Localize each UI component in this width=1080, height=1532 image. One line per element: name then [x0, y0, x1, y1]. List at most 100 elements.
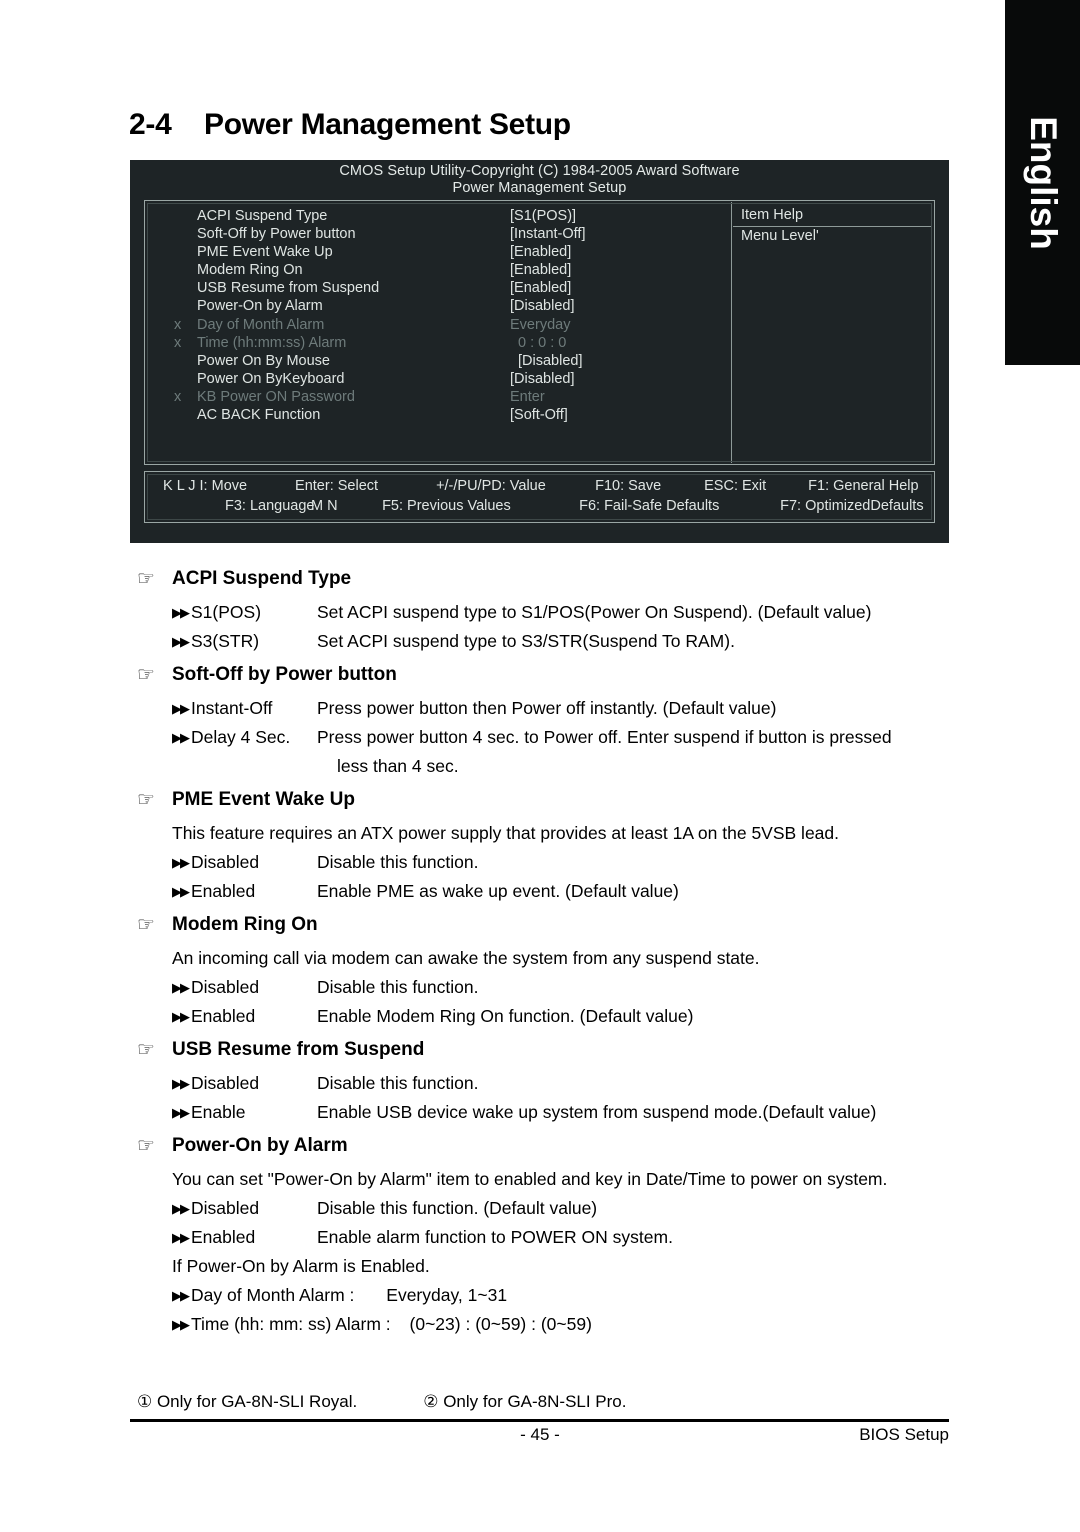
option-name: Delay 4 Sec.: [191, 727, 291, 747]
row-value[interactable]: [Soft-Off]: [510, 406, 568, 424]
option-name: Enabled: [191, 1006, 256, 1026]
option-name: Enabled: [191, 1227, 256, 1247]
option-item: ▶▶ Enabled Enable Modem Ring On function…: [0, 1002, 1080, 1031]
item-help-panel: Item Help Menu Level': [732, 202, 933, 463]
table-row: x Day of Month Alarm Everyday: [155, 316, 730, 334]
key-f3-language[interactable]: F3: Language: [163, 498, 315, 514]
row-label: KB Power ON Password: [197, 388, 355, 405]
table-row: x Time (hh:mm:ss) Alarm 0 : 0 : 0: [155, 334, 730, 352]
section-heading-label: ACPI Suspend Type: [172, 568, 352, 589]
option-description: Set ACPI suspend type to S1/POS(Power On…: [317, 602, 872, 622]
table-row[interactable]: PME Event Wake Up [Enabled]: [155, 243, 730, 261]
option-item: ▶▶ Disabled Disable this function. (Defa…: [0, 1194, 1080, 1223]
section-pme-event-wake-up: ☞ PME Event Wake Up This feature require…: [0, 781, 1080, 906]
section-usb-resume-from-suspend: ☞ USB Resume from Suspend ▶▶ Disabled Di…: [0, 1031, 1080, 1127]
key-value[interactable]: +/-/PU/PD: Value: [436, 478, 591, 494]
row-label: Power-On by Alarm: [197, 298, 323, 315]
table-row[interactable]: ACPI Suspend Type [S1(POS)]: [155, 207, 730, 225]
double-arrow-icon: ▶▶: [172, 1201, 190, 1216]
section-heading: ☞ Modem Ring On: [0, 906, 1080, 944]
row-value[interactable]: [Instant-Off]: [510, 225, 586, 243]
option-name: Disabled: [191, 977, 260, 997]
row-x-marker: x: [174, 334, 182, 351]
option-item: ▶▶ Instant-Off Press power button then P…: [0, 694, 1080, 723]
footer-chapter-label: BIOS Setup: [859, 1425, 949, 1444]
manual-body: ☞ ACPI Suspend Type ▶▶ S1(POS) Set ACPI …: [0, 560, 1080, 1339]
table-row[interactable]: Soft-Off by Power button [Instant-Off]: [155, 225, 730, 243]
option-name: Enabled: [191, 881, 256, 901]
option-item: ▶▶ Disabled Disable this function.: [0, 848, 1080, 877]
option-item: ▶▶ Disabled Disable this function.: [0, 1069, 1080, 1098]
double-arrow-icon: ▶▶: [172, 1230, 190, 1245]
row-label: Modem Ring On: [197, 262, 303, 279]
section-note: You can set "Power-On by Alarm" item to …: [172, 1169, 888, 1189]
section-note: An incoming call via modem can awake the…: [172, 948, 760, 968]
table-row[interactable]: Modem Ring On [Enabled]: [155, 261, 730, 279]
key-f6-failsafe-defaults[interactable]: F6: Fail-Safe Defaults: [579, 498, 776, 514]
double-arrow-icon: ▶▶: [172, 1288, 190, 1303]
language-tab-label: English: [1022, 115, 1064, 250]
option-name: S3(STR): [191, 631, 260, 651]
item-help-title: Item Help: [741, 207, 804, 223]
table-row[interactable]: USB Resume from Suspend [Enabled]: [155, 279, 730, 297]
bios-function-key-bar: K L J I: Move Enter: Select +/-/PU/PD: V…: [144, 471, 935, 523]
row-value[interactable]: [Disabled]: [518, 352, 582, 370]
hand-icon: ☞: [137, 914, 155, 936]
option-name: Disabled: [191, 852, 260, 872]
footer-divider: [130, 1419, 949, 1422]
function-keys-row-1: K L J I: Move Enter: Select +/-/PU/PD: V…: [163, 478, 934, 494]
option-name: Disabled: [191, 1073, 260, 1093]
key-move[interactable]: K L J I: Move: [163, 478, 291, 494]
row-value[interactable]: [Disabled]: [510, 297, 574, 315]
section-heading-label: USB Resume from Suspend: [172, 1039, 425, 1060]
hand-icon: ☞: [137, 664, 155, 686]
row-value[interactable]: [Enabled]: [510, 261, 571, 279]
section-heading: ☞ PME Event Wake Up: [0, 781, 1080, 819]
key-f7-optimized-defaults[interactable]: F7: OptimizedDefaults: [780, 498, 923, 514]
section-number: 2-4: [129, 108, 172, 141]
table-row[interactable]: AC BACK Function [Soft-Off]: [155, 406, 730, 424]
option-description: (0~23) : (0~59) : (0~59): [409, 1314, 592, 1334]
bios-header-copyright: CMOS Setup Utility-Copyright (C) 1984-20…: [339, 163, 740, 179]
double-arrow-icon: ▶▶: [172, 605, 190, 620]
double-arrow-icon: ▶▶: [172, 1317, 190, 1332]
option-item: ▶▶ S3(STR) Set ACPI suspend type to S3/S…: [0, 627, 1080, 656]
table-row[interactable]: Power-On by Alarm [Disabled]: [155, 297, 730, 315]
row-x-marker: x: [174, 316, 182, 333]
double-arrow-icon: ▶▶: [172, 1009, 190, 1024]
bios-menu-list: ACPI Suspend Type [S1(POS)] Soft-Off by …: [155, 207, 730, 424]
row-label: PME Event Wake Up: [197, 244, 333, 261]
row-value[interactable]: [Enabled]: [510, 279, 571, 297]
option-name: Instant-Off: [191, 698, 273, 718]
key-f10-save[interactable]: F10: Save: [595, 478, 700, 494]
key-esc-exit[interactable]: ESC: Exit: [704, 478, 804, 494]
row-value[interactable]: [Enabled]: [510, 243, 571, 261]
row-value[interactable]: [Disabled]: [510, 370, 574, 388]
double-arrow-icon: ▶▶: [172, 634, 190, 649]
row-value[interactable]: [S1(POS)]: [510, 207, 576, 225]
option-name: Day of Month Alarm :: [191, 1285, 355, 1305]
key-f5-previous-values[interactable]: F5: Previous Values: [382, 498, 575, 514]
section-note-conditional: If Power-On by Alarm is Enabled.: [172, 1256, 430, 1276]
option-item: ▶▶ Disabled Disable this function.: [0, 973, 1080, 1002]
bios-header-page: Power Management Setup: [452, 180, 627, 196]
item-help-rule: [733, 226, 932, 227]
key-enter-select[interactable]: Enter: Select: [295, 478, 432, 494]
table-row[interactable]: Power On By Mouse [Disabled]: [155, 352, 730, 370]
option-description-continued: less than 4 sec.: [337, 756, 459, 776]
row-x-marker: x: [174, 388, 182, 405]
key-f1-general-help[interactable]: F1: General Help: [808, 478, 918, 494]
table-row: x KB Power ON Password Enter: [155, 388, 730, 406]
section-soft-off-by-power-button: ☞ Soft-Off by Power button ▶▶ Instant-Of…: [0, 656, 1080, 781]
row-value: Everyday: [510, 316, 571, 333]
double-arrow-icon: ▶▶: [172, 855, 190, 870]
section-heading: ☞ Power-On by Alarm: [0, 1127, 1080, 1165]
section-modem-ring-on: ☞ Modem Ring On An incoming call via mod…: [0, 906, 1080, 1031]
footnotes: ① Only for GA-8N-SLI Royal. ② Only for GA…: [137, 1392, 627, 1412]
table-row[interactable]: Power On ByKeyboard [Disabled]: [155, 370, 730, 388]
section-power-on-by-alarm: ☞ Power-On by Alarm You can set "Power-O…: [0, 1127, 1080, 1339]
row-value: 0 : 0 : 0: [518, 334, 567, 351]
option-name: Time (hh: mm: ss) Alarm :: [191, 1314, 391, 1334]
bios-header: CMOS Setup Utility-Copyright (C) 1984-20…: [130, 160, 949, 197]
option-item: ▶▶ Enabled Enable PME as wake up event. …: [0, 877, 1080, 906]
